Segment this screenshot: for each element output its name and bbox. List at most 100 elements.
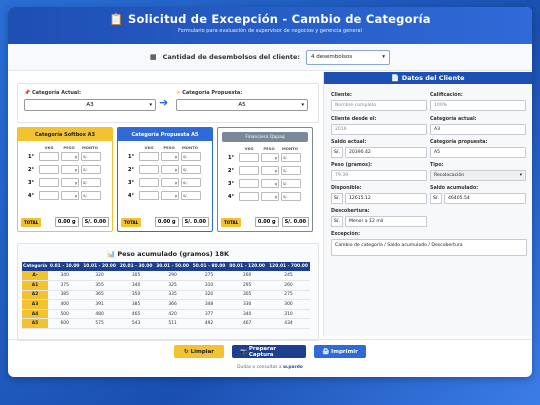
- monto-input[interactable]: S/.: [281, 192, 301, 201]
- excepcion-textarea[interactable]: Cambio de categoría / Saldo acumulado / …: [331, 239, 527, 256]
- monto-input[interactable]: S/.: [281, 153, 301, 162]
- client-title: 📄 Datos del Cliente: [324, 72, 532, 84]
- peso-input[interactable]: g: [61, 152, 79, 161]
- peso-input[interactable]: g: [61, 165, 79, 174]
- vkg-input[interactable]: [39, 165, 59, 174]
- current-category-select[interactable]: A3 ▾: [24, 99, 156, 111]
- print-button[interactable]: 🖨 Imprimir: [314, 345, 366, 358]
- calificacion-field: Calificación: 100%: [430, 93, 526, 111]
- peso-input[interactable]: g: [161, 152, 179, 161]
- vkg-input[interactable]: [139, 191, 159, 200]
- monto-input[interactable]: S/.: [181, 165, 201, 174]
- monto-input[interactable]: S/.: [181, 178, 201, 187]
- categoria-propuesta-field: Categoría propuesta: A5: [430, 140, 526, 158]
- total-monto: S/. 0.00: [181, 217, 209, 227]
- table-row: A4 500 480 465 420 377 340 310: [22, 309, 310, 320]
- peso-cell: 420: [154, 309, 191, 320]
- peso-cell: 340: [227, 309, 267, 320]
- vkg-input[interactable]: [39, 178, 59, 187]
- peso-cell: 340: [48, 271, 82, 282]
- peso-input[interactable]: g: [161, 191, 179, 200]
- contact-link[interactable]: w.pardo: [283, 365, 303, 370]
- chevron-down-icon: ▾: [382, 54, 385, 60]
- tipo-select[interactable]: Recolocación ▾: [430, 170, 526, 181]
- peso-input[interactable]: 79.39: [331, 170, 427, 181]
- table-proposed: Categoría Propuesta A5 VKG PESO MONTO 1° g S/.…: [117, 127, 213, 232]
- monto-input[interactable]: S/.: [281, 166, 301, 175]
- saldo-acumulado-field: Saldo acumulado: S/. 46405.54: [430, 186, 526, 204]
- peso-input[interactable]: g: [61, 191, 79, 200]
- monto-input[interactable]: S/.: [81, 165, 101, 174]
- vkg-input[interactable]: [239, 166, 259, 175]
- peso-cell: 366: [154, 299, 191, 310]
- vkg-input[interactable]: [39, 191, 59, 200]
- monto-input[interactable]: S/.: [181, 191, 201, 200]
- peso-input[interactable]: g: [61, 178, 79, 187]
- monto-input[interactable]: S/.: [81, 152, 101, 161]
- excepcion-field: Excepción: Cambio de categoría / Saldo ac…: [331, 232, 527, 256]
- peso-input[interactable]: g: [261, 153, 279, 162]
- current-category: 📌 Categoría Actual: A3 ▾: [24, 90, 156, 111]
- peso-cell: 385: [117, 299, 155, 310]
- column-header: PESO: [263, 146, 275, 151]
- category-cell: A4: [22, 309, 49, 320]
- peso-input[interactable]: g: [261, 179, 279, 188]
- peso-input[interactable]: g: [261, 192, 279, 201]
- vkg-input[interactable]: [139, 165, 159, 174]
- peso-input[interactable]: g: [261, 166, 279, 175]
- vkg-input[interactable]: [139, 178, 159, 187]
- capture-button[interactable]: 📷 Preparar Captura: [232, 345, 306, 358]
- table-row: 1° g S/.: [118, 150, 212, 163]
- column-header: MONTO: [181, 145, 198, 150]
- peso-cell: 310: [267, 309, 310, 320]
- monto-input[interactable]: S/.: [81, 191, 101, 200]
- category-cell: A3: [22, 299, 49, 310]
- vkg-input[interactable]: [239, 192, 259, 201]
- monto-input[interactable]: S/.: [181, 152, 201, 161]
- table-total: TOTAL 0.00 g S/. 0.00: [21, 217, 109, 227]
- calificacion-input[interactable]: 100%: [430, 100, 526, 111]
- saldo-acumulado-input[interactable]: 46405.54: [443, 193, 526, 204]
- peso-cell: 350: [117, 290, 155, 301]
- table-total: TOTAL 0.00 g S/. 0.00: [121, 217, 209, 227]
- saldo-field: Saldo actual: S/. 20390.42: [331, 140, 427, 158]
- quantity-label: Cantidad de desembolsos del cliente:: [162, 53, 300, 61]
- table-row: 1° g S/.: [18, 150, 112, 163]
- desde-input[interactable]: 2016: [331, 124, 427, 135]
- vkg-input[interactable]: [239, 153, 259, 162]
- peso-cell: 511: [154, 318, 191, 330]
- table-row: A3 400 391 385 366 348 330 300: [22, 299, 310, 310]
- vkg-input[interactable]: [239, 179, 259, 188]
- peso-cell: 310: [190, 280, 228, 291]
- form-card: 📋 Solicitud de Excepción - Cambio de Cat…: [8, 7, 532, 377]
- proposed-category-select[interactable]: A5 ▾: [176, 99, 308, 111]
- tipo-field: Tipo: Recolocación ▾: [430, 163, 526, 181]
- vkg-input[interactable]: [139, 152, 159, 161]
- peso-cell: 600: [48, 318, 82, 330]
- peso-cell: 385: [48, 290, 82, 301]
- monto-input[interactable]: S/.: [81, 178, 101, 187]
- table-financiera: Financiera Qapaq VKG PESO MONTO 1° g S/. 2° g S/.…: [217, 127, 313, 232]
- vkg-input[interactable]: [39, 152, 59, 161]
- cliente-input[interactable]: Nombre completo: [331, 100, 427, 111]
- saldo-input[interactable]: 20390.42: [344, 147, 427, 158]
- row-index: 4°: [128, 192, 134, 199]
- categoria-propuesta-input[interactable]: A5: [430, 147, 526, 158]
- table-icon: ▦: [150, 53, 157, 61]
- disponible-input[interactable]: 12615.12: [344, 193, 427, 204]
- peso-cell: 335: [154, 290, 191, 301]
- categoria-actual-input[interactable]: A3: [430, 124, 526, 135]
- peso-input[interactable]: g: [161, 165, 179, 174]
- peso-input[interactable]: g: [161, 178, 179, 187]
- clear-button[interactable]: ↻ Limpiar: [174, 345, 224, 358]
- peso-cell: 260: [267, 280, 310, 291]
- table-row: 2° g S/.: [18, 163, 112, 176]
- monto-input[interactable]: S/.: [281, 179, 301, 188]
- peso-cell: 365: [81, 290, 118, 301]
- peso-table: Categoría 0.01 - 10.00 10.01 - 20.00 20.01 …: [22, 262, 310, 330]
- quantity-select[interactable]: 4 desembolsos ▾: [305, 49, 390, 65]
- table-row: 1° g S/.: [218, 151, 312, 164]
- descobertura-input[interactable]: Menor a 12 mil: [344, 216, 427, 227]
- page-subtitle: Formulario para evaluación de supervisor…: [177, 28, 362, 34]
- descobertura-field: Descobertura: S/. Menor a 12 mil: [331, 209, 427, 227]
